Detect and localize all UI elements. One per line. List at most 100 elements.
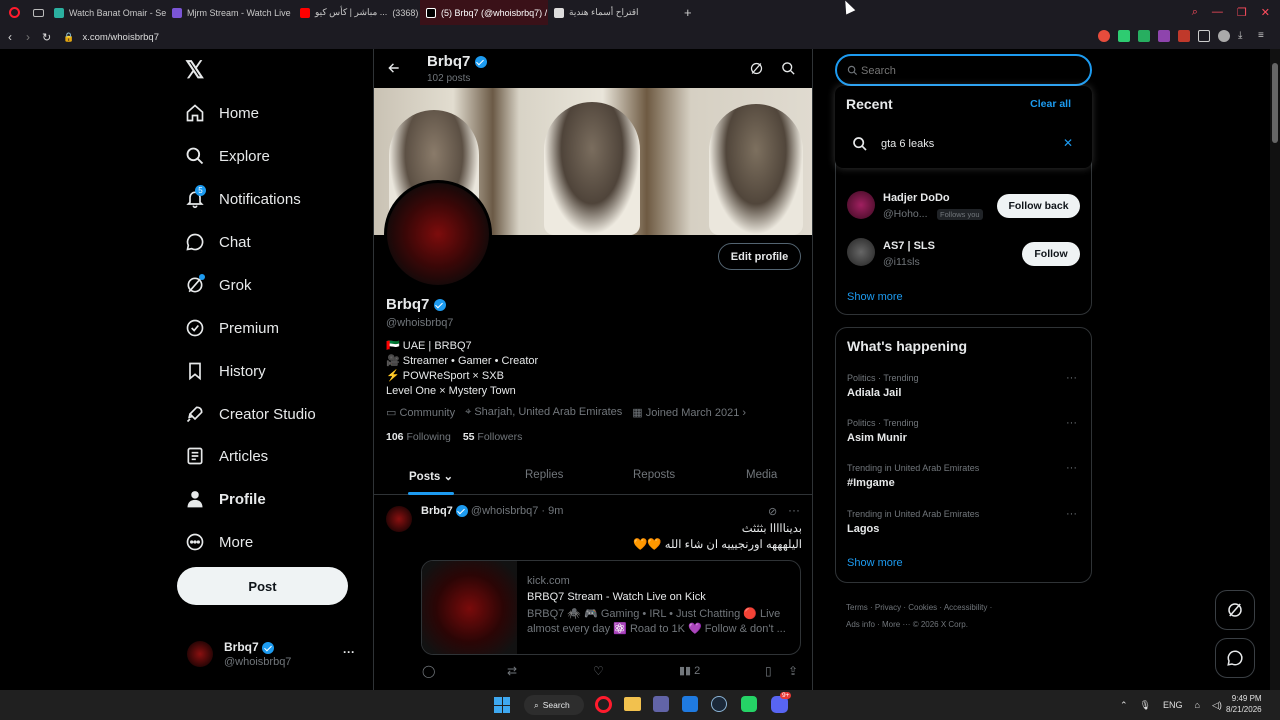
clear-all-button[interactable]: Clear all <box>1030 98 1071 110</box>
forward-icon[interactable]: › <box>26 30 30 44</box>
tab-media[interactable]: Media <box>746 469 777 481</box>
download-icon[interactable]: ⤓ <box>1238 30 1250 42</box>
tab-posts[interactable]: Posts ⌄ <box>409 469 453 483</box>
tab-replies[interactable]: Replies <box>525 469 563 481</box>
grok-icon[interactable]: ⊘ <box>768 505 777 518</box>
minimize-icon[interactable]: — <box>1212 6 1223 19</box>
extension-icon[interactable] <box>1098 30 1110 42</box>
extension-icon[interactable] <box>1178 30 1190 42</box>
footer-more[interactable]: More ··· <box>882 620 910 629</box>
follow-back-button[interactable]: Follow back <box>997 194 1080 218</box>
network-icon[interactable]: ⌂ <box>1195 700 1200 710</box>
nav-history[interactable]: History <box>185 361 266 381</box>
footer-ads-info[interactable]: Ads info <box>846 620 875 629</box>
nav-profile[interactable]: Profile <box>185 489 266 509</box>
trend-more-icon[interactable]: ··· <box>1066 372 1077 384</box>
followers-link[interactable]: 55 Followers <box>463 431 523 443</box>
menu-icon[interactable]: ≡ <box>1258 30 1270 42</box>
close-icon[interactable]: ✕ <box>1261 6 1270 19</box>
opera-taskbar-icon[interactable] <box>595 696 612 713</box>
account-more-icon[interactable]: ··· <box>343 645 355 659</box>
edit-profile-button[interactable]: Edit profile <box>718 243 801 270</box>
profile-avatar[interactable] <box>384 180 492 288</box>
reply-icon[interactable]: ◯ <box>422 664 435 678</box>
microphone-icon[interactable]: 🎙 <box>1140 700 1151 711</box>
x-logo[interactable]: 𝕏 <box>185 56 204 85</box>
post-author[interactable]: Brbq7 <box>421 505 453 517</box>
search-input[interactable] <box>861 62 1081 80</box>
views[interactable]: ▮▮ 2 <box>679 664 700 677</box>
post-button[interactable]: Post <box>177 567 348 605</box>
following-link[interactable]: 106 Following <box>386 431 451 443</box>
follow-suggestion[interactable]: Hadjer DoDo @Hoho... Follows you Follow … <box>836 184 1091 228</box>
show-more-link[interactable]: Show more <box>847 557 903 569</box>
nav-more[interactable]: More <box>185 532 253 552</box>
show-more-link[interactable]: Show more <box>847 291 903 303</box>
steam-icon[interactable] <box>711 696 727 712</box>
taskbar-search[interactable]: ⌕ Search <box>524 695 584 715</box>
restore-icon[interactable]: ❐ <box>1237 6 1247 19</box>
search-tabs-icon[interactable]: ⌕ <box>1192 6 1198 19</box>
trend-item[interactable]: Trending in United Arab Emirates #Imgame… <box>836 462 1091 504</box>
back-icon[interactable]: ‹ <box>8 30 12 44</box>
url-field[interactable]: x.com/whoisbrbq7 <box>82 32 159 43</box>
nav-grok[interactable]: Grok <box>185 274 252 295</box>
browser-tab[interactable]: مباشر | كأس كيو ... (3368) <box>294 0 420 25</box>
trend-more-icon[interactable]: ··· <box>1066 417 1077 429</box>
browser-tab-active[interactable]: (5) Brbq7 (@whoisbrbq7) / ... <box>420 0 548 25</box>
post-avatar[interactable] <box>386 506 412 532</box>
whatsapp-icon[interactable] <box>741 696 757 712</box>
volume-icon[interactable]: ◁) <box>1212 700 1222 711</box>
footer-privacy[interactable]: Privacy <box>875 603 901 612</box>
follow-suggestion[interactable]: AS7 | SLS @i11sls Follow <box>836 232 1091 276</box>
joined-date[interactable]: ▦ Joined March 2021 › <box>632 406 746 419</box>
post[interactable]: Brbq7 @whoisbrbq7 · 9m ⊘ ··· بدينااااا ب… <box>374 496 812 690</box>
reload-icon[interactable]: ↻ <box>42 31 51 44</box>
tab-reposts[interactable]: Reposts <box>633 469 675 481</box>
mail-icon[interactable] <box>682 696 698 712</box>
chevron-up-icon[interactable]: ⌃ <box>1120 700 1128 711</box>
start-button[interactable] <box>494 697 510 713</box>
back-arrow-icon[interactable] <box>387 61 401 75</box>
footer-cookies[interactable]: Cookies <box>908 603 937 612</box>
follow-button[interactable]: Follow <box>1022 242 1080 266</box>
scrollbar-thumb[interactable] <box>1272 63 1278 143</box>
trend-item[interactable]: Politics · Trending Adiala Jail ··· <box>836 372 1091 414</box>
repost-icon[interactable]: ⇄ <box>507 664 517 678</box>
footer-accessibility[interactable]: Accessibility <box>944 603 988 612</box>
file-explorer-icon[interactable] <box>624 697 641 711</box>
trend-more-icon[interactable]: ··· <box>1066 462 1077 474</box>
browser-tab[interactable]: Watch Banat Omair - Seaso <box>48 0 166 25</box>
nav-home[interactable]: Home <box>185 103 259 123</box>
nav-creator-studio[interactable]: Creator Studio <box>185 404 316 424</box>
recent-search-item[interactable]: gta 6 leaks ✕ <box>835 131 1092 159</box>
grok-icon[interactable] <box>749 61 764 76</box>
trend-item[interactable]: Politics · Trending Asim Munir ··· <box>836 417 1091 459</box>
trend-item[interactable]: Trending in United Arab Emirates Lagos ·… <box>836 508 1091 550</box>
account-switcher[interactable]: Brbq7 @whoisbrbq7 ··· <box>187 637 373 677</box>
page-scrollbar[interactable] <box>1270 49 1280 690</box>
browser-tab[interactable]: اقتراح أسماء هندية <box>548 0 676 25</box>
new-tab-button[interactable]: + <box>684 5 692 20</box>
clock[interactable]: 9:49 PM 8/21/2026 <box>1226 693 1262 715</box>
extension-icon[interactable] <box>1138 30 1150 42</box>
share-icon[interactable]: ⇪ <box>788 664 798 678</box>
nav-chat[interactable]: Chat <box>185 232 251 252</box>
messages-floating-button[interactable] <box>1215 638 1255 678</box>
extension-icon[interactable] <box>1118 30 1130 42</box>
teams-icon[interactable] <box>653 696 669 712</box>
footer-terms[interactable]: Terms <box>846 603 868 612</box>
tab-list-icon[interactable] <box>28 8 48 17</box>
grok-floating-button[interactable] <box>1215 590 1255 630</box>
like-icon[interactable]: ♡ <box>593 664 604 678</box>
remove-search-icon[interactable]: ✕ <box>1063 136 1073 150</box>
link-card[interactable]: kick.com BRBQ7 Stream - Watch Live on Ki… <box>421 560 801 655</box>
browser-tab[interactable]: Mjrm Stream - Watch Live <box>166 0 294 25</box>
opera-logo-icon[interactable] <box>0 7 28 18</box>
trend-more-icon[interactable]: ··· <box>1066 508 1077 520</box>
language-indicator[interactable]: ENG <box>1163 700 1183 710</box>
search-box[interactable] <box>835 54 1092 86</box>
community-link[interactable]: ▭ Community <box>386 406 455 419</box>
nav-articles[interactable]: Articles <box>185 446 268 466</box>
post-more-icon[interactable]: ··· <box>788 503 800 517</box>
